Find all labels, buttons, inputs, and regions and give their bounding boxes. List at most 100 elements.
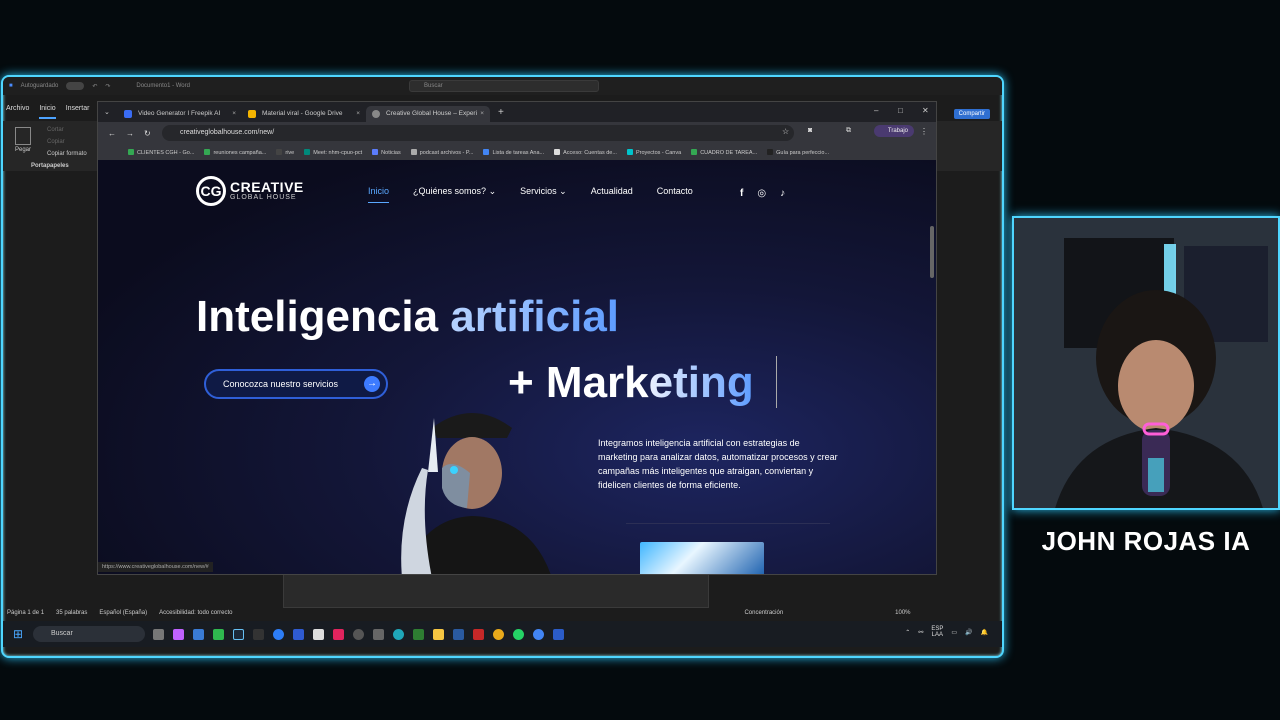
new-tab-icon[interactable]: + <box>498 107 504 118</box>
bookmark-item[interactable]: Lista de tareas Ana... <box>483 149 544 156</box>
bookmark-item[interactable]: podcast archivos - P... <box>411 149 474 156</box>
whatsapp-icon[interactable] <box>513 629 524 640</box>
volume-icon[interactable]: 🔊 <box>965 629 972 636</box>
services-cta-button[interactable]: Conocozca nuestro servicios → <box>204 369 388 399</box>
bookmark-item[interactable]: rive <box>276 149 294 156</box>
zoom-level[interactable]: 100% <box>895 610 910 616</box>
nav-inicio[interactable]: Inicio <box>368 186 390 203</box>
extensions-icon[interactable]: ⧉ <box>846 127 851 135</box>
game-icon[interactable] <box>473 629 484 640</box>
paste-button[interactable]: Pegar <box>15 147 31 153</box>
reload-icon[interactable]: ↻ <box>144 129 151 138</box>
chrome-active-icon[interactable] <box>533 629 544 640</box>
site-logo[interactable]: CG CREATIVE GLOBAL HOUSE <box>196 176 304 206</box>
browser-tab-active[interactable]: Creative Global House – Experi × <box>366 106 490 122</box>
format-painter-button[interactable]: Copiar formato <box>47 151 87 157</box>
bookmark-item[interactable]: reuniones campaña... <box>204 149 266 156</box>
play-icon[interactable] <box>213 629 224 640</box>
tab-inicio[interactable]: Inicio <box>39 105 56 119</box>
nav-quienes-somos[interactable]: ¿Quiénes somos? ⌄ <box>413 186 496 203</box>
clipboard-group-label: Portapapeles <box>31 163 69 169</box>
redo-icon[interactable]: ↷ <box>105 83 110 90</box>
language-status[interactable]: Español (España) <box>99 610 147 616</box>
streamer-name: JOHN ROJAS IA <box>1041 526 1251 556</box>
accessibility-status[interactable]: Accesibilidad: todo correcto <box>159 610 232 616</box>
input-language[interactable]: ESP LAA <box>931 626 943 638</box>
cut-button[interactable]: Cortar <box>47 127 64 133</box>
windows-start-icon[interactable]: ⊞ <box>13 627 23 641</box>
close-tab-icon[interactable]: × <box>356 106 360 122</box>
steam-icon[interactable] <box>233 629 244 640</box>
chrome-icon[interactable] <box>493 629 504 640</box>
browser-tab[interactable]: Material viral - Google Drive × <box>242 106 366 122</box>
bookmark-star-icon[interactable]: ☆ <box>782 127 789 136</box>
close-tab-icon[interactable]: × <box>480 106 484 122</box>
grid-app-icon[interactable] <box>373 629 384 640</box>
bookmark-item[interactable]: CUADRO DE TAREA... <box>691 149 757 156</box>
headline-accent: artificial <box>450 292 620 341</box>
bookmark-item[interactable]: Proyectos - Canva <box>627 149 681 156</box>
scrollbar[interactable] <box>930 226 934 278</box>
feature-image-card[interactable] <box>640 542 764 574</box>
tiktok-icon[interactable]: ♪ <box>780 188 785 199</box>
copy-button[interactable]: Copiar <box>47 139 65 145</box>
task-view-icon[interactable] <box>153 629 164 640</box>
instagram-icon[interactable]: ◎ <box>757 188 766 199</box>
bookmark-item[interactable]: Acceso: Cuentas de... <box>554 149 617 156</box>
epic-icon[interactable] <box>253 629 264 640</box>
maximize-icon[interactable]: □ <box>898 106 903 115</box>
nav-label: ¿Quiénes somos? <box>413 186 487 196</box>
url-input[interactable]: creativeglobalhouse.com/new/ <box>162 125 794 141</box>
share-button[interactable]: Compartir <box>953 109 990 119</box>
autosave-toggle[interactable] <box>66 82 85 90</box>
display-icon[interactable]: ▭ <box>951 629 957 636</box>
profile-button[interactable]: Trabajo <box>873 125 914 137</box>
word-search-input[interactable]: Buscar <box>409 80 599 92</box>
undo-icon[interactable]: ↶ <box>92 83 97 90</box>
camera-icon[interactable]: ◙ <box>808 127 812 134</box>
paste-icon[interactable] <box>15 127 31 145</box>
facebook-icon[interactable]: f <box>740 188 743 199</box>
app-icon[interactable] <box>273 629 284 640</box>
bookmark-item[interactable]: Noticias <box>372 149 401 156</box>
nav-servicios[interactable]: Servicios ⌄ <box>520 186 567 203</box>
hero-headline: Inteligencia artificial <box>196 292 619 342</box>
capcut-icon[interactable] <box>313 629 324 640</box>
focus-mode-button[interactable]: Concentración <box>744 610 783 616</box>
tiktok-app-icon[interactable] <box>333 629 344 640</box>
chatgpt-icon[interactable] <box>353 629 364 640</box>
bookmark-item[interactable]: Guía para perfeccio... <box>767 149 829 156</box>
nav-contacto[interactable]: Contacto <box>657 186 693 203</box>
taskbar-search[interactable]: Buscar <box>33 626 145 642</box>
browser-tab[interactable]: Video Generator I Freepik AI × <box>118 106 242 122</box>
forward-icon[interactable]: → <box>126 129 134 138</box>
document-page[interactable] <box>283 574 709 608</box>
back-icon[interactable]: ← <box>108 129 116 138</box>
folder-icon[interactable] <box>433 629 444 640</box>
site-nav: Inicio ¿Quiénes somos? ⌄ Servicios ⌄ Act… <box>368 186 693 203</box>
browser-window: ⌄ Video Generator I Freepik AI × Material… <box>97 101 937 575</box>
edge-icon[interactable] <box>393 629 404 640</box>
chevron-up-icon[interactable]: ⌃ <box>905 629 910 636</box>
shield-icon[interactable] <box>413 629 424 640</box>
nav-actualidad[interactable]: Actualidad <box>591 186 633 203</box>
minimize-icon[interactable]: – <box>874 106 878 115</box>
browser-tab-title: Creative Global House – Experi <box>386 110 478 117</box>
close-window-icon[interactable]: ✕ <box>922 106 929 115</box>
store-icon[interactable] <box>193 629 204 640</box>
notification-bell-icon[interactable]: 🔔 <box>981 629 988 636</box>
close-tab-icon[interactable]: × <box>232 106 236 122</box>
font-app-icon[interactable] <box>453 629 464 640</box>
tab-insertar[interactable]: Insertar <box>66 105 90 119</box>
network-status-icon[interactable]: ⚯ <box>918 629 923 636</box>
menu-icon[interactable]: ⋮ <box>920 127 928 136</box>
playstation-icon[interactable] <box>293 629 304 640</box>
lang-secondary: LAA <box>931 632 944 638</box>
tab-archivo[interactable]: Archivo <box>6 105 29 119</box>
word-taskbar-icon[interactable] <box>553 629 564 640</box>
copilot-icon[interactable] <box>173 629 184 640</box>
bookmark-item[interactable]: Meet: nhm-cpuo-pct <box>304 149 362 156</box>
bookmark-item[interactable]: CLIENTES CGH - Go... <box>128 149 194 156</box>
tab-search-icon[interactable]: ⌄ <box>104 108 118 116</box>
chevron-down-icon: ⌄ <box>559 186 567 196</box>
